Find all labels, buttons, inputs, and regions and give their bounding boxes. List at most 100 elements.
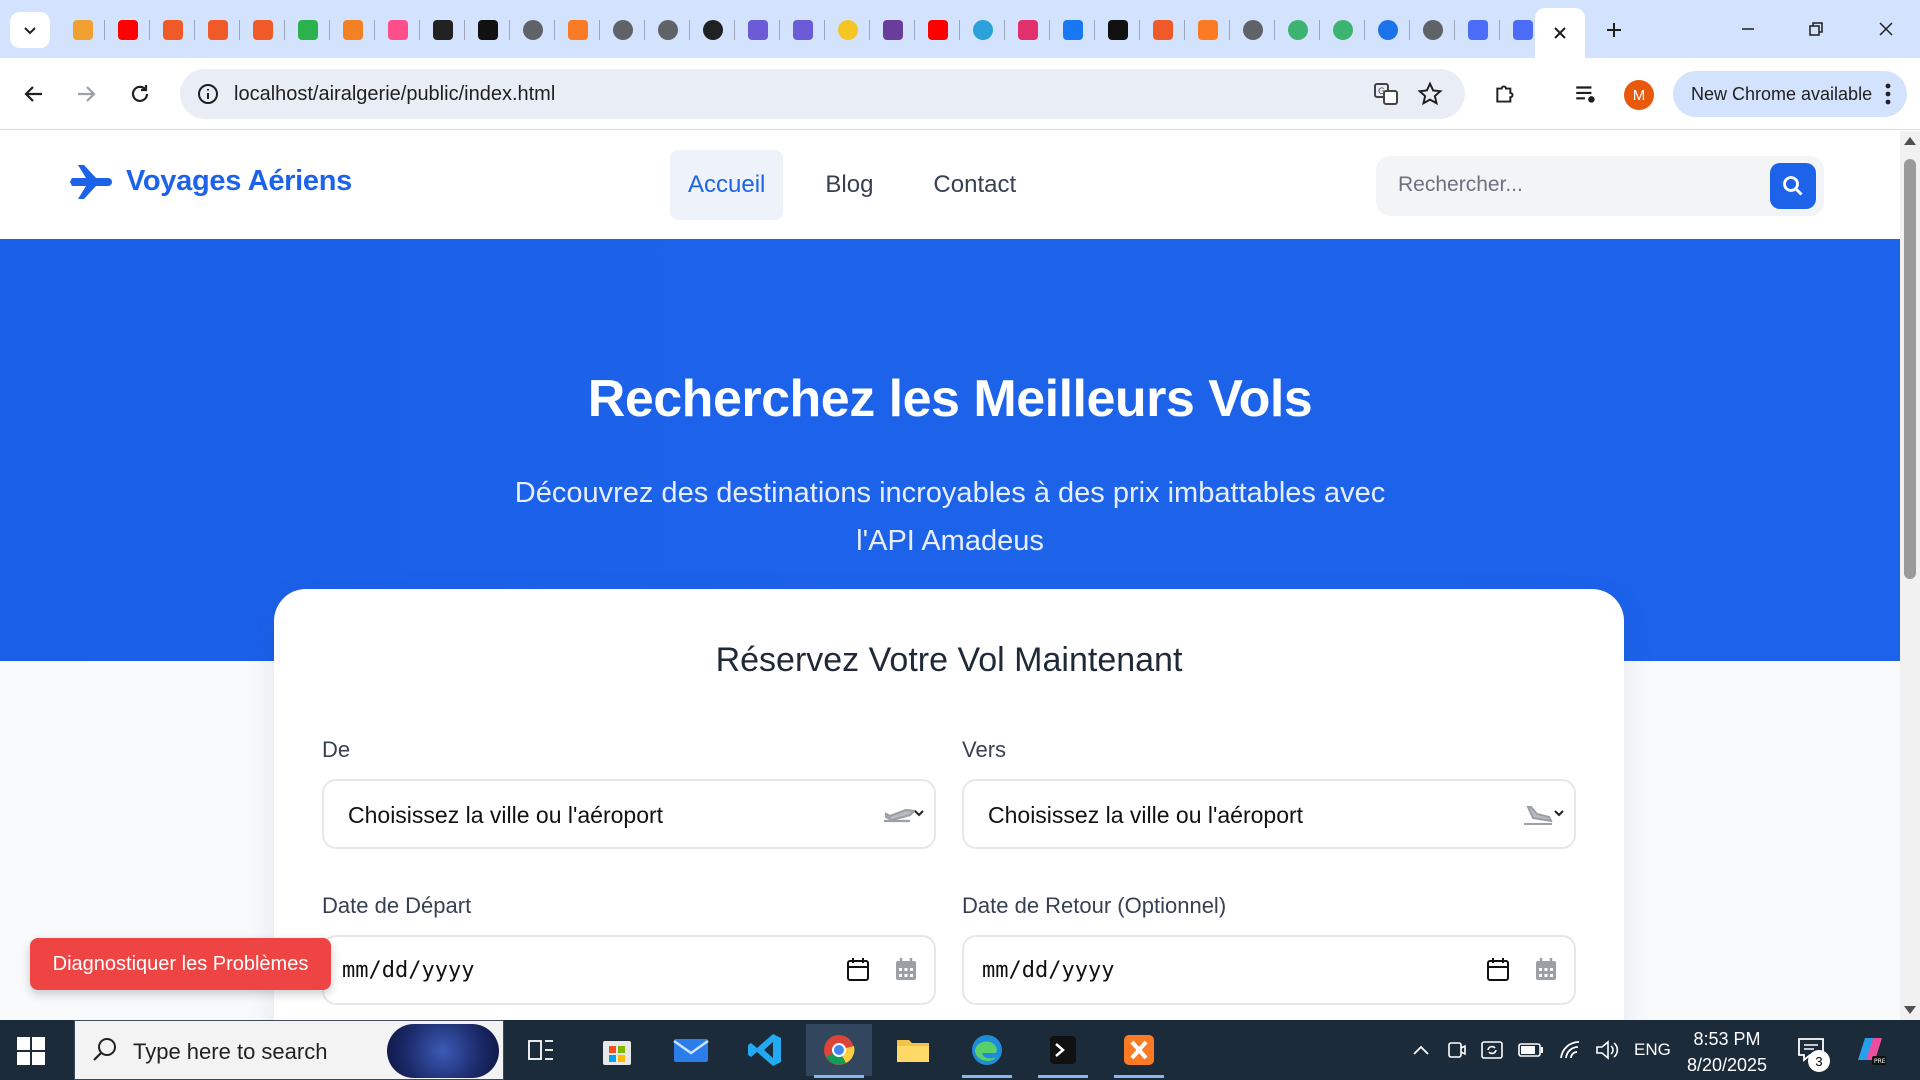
browser-tab[interactable]: [915, 12, 960, 48]
browser-tab[interactable]: [960, 12, 1005, 48]
search-highlight-image[interactable]: [387, 1024, 499, 1078]
reload-button[interactable]: [122, 76, 158, 112]
nav-link-accueil[interactable]: Accueil: [670, 150, 784, 220]
to-select[interactable]: Choisissez la ville ou l'aéroport: [962, 779, 1576, 849]
browser-tab[interactable]: [555, 12, 600, 48]
active-tab[interactable]: [1535, 8, 1585, 58]
browser-tab[interactable]: [690, 12, 735, 48]
browser-tab[interactable]: [285, 12, 330, 48]
browser-tab[interactable]: [1185, 12, 1230, 48]
puzzle-icon: [1496, 85, 1514, 103]
extensions-button[interactable]: [1488, 76, 1524, 112]
chrome-update-label: New Chrome available: [1691, 83, 1873, 104]
address-bar[interactable]: localhost/airalgerie/public/index.html G: [180, 69, 1465, 119]
browser-tab[interactable]: [825, 12, 870, 48]
date-picker-icon[interactable]: [846, 957, 870, 983]
windows-start-icon[interactable]: [14, 1034, 48, 1068]
taskbar-terminal-app[interactable]: [1030, 1024, 1096, 1078]
restore-button[interactable]: [1792, 10, 1840, 48]
battery-icon[interactable]: [1518, 1043, 1544, 1057]
browser-tab[interactable]: [1275, 12, 1320, 48]
browser-tab[interactable]: [510, 12, 555, 48]
diagnose-button[interactable]: Diagnostiquer les Problèmes: [30, 938, 331, 990]
browser-tab[interactable]: [1050, 12, 1095, 48]
meet-now-icon[interactable]: [1446, 1039, 1466, 1061]
task-view-button[interactable]: [508, 1024, 574, 1076]
taskbar-xampp[interactable]: [1106, 1024, 1172, 1078]
browser-tab[interactable]: [1140, 12, 1185, 48]
browser-tab[interactable]: [1365, 12, 1410, 48]
browser-tab[interactable]: [1230, 12, 1275, 48]
browser-tab[interactable]: [240, 12, 285, 48]
arrow-left-icon: [24, 86, 42, 102]
meta-1-icon: [747, 20, 768, 40]
taskbar-file-explorer[interactable]: [880, 1024, 946, 1076]
plane-icon: [70, 165, 112, 199]
close-icon[interactable]: [1553, 26, 1567, 40]
new-tab-button[interactable]: [1598, 14, 1630, 46]
browser-tab[interactable]: [600, 12, 645, 48]
nav-link-contact[interactable]: Contact: [915, 150, 1034, 220]
volume-icon[interactable]: [1594, 1039, 1620, 1061]
taskbar-edge[interactable]: [954, 1024, 1020, 1078]
taskbar-clock[interactable]: 8:53 PM 8/20/2025: [1672, 1026, 1782, 1078]
browser-tab[interactable]: [1005, 12, 1050, 48]
media-control-button[interactable]: [1568, 76, 1604, 112]
browser-tab[interactable]: [1095, 12, 1140, 48]
tab-search-button[interactable]: [10, 12, 50, 48]
taskbar-chrome[interactable]: [806, 1024, 872, 1078]
info-icon[interactable]: [196, 82, 220, 106]
browser-tab[interactable]: [60, 12, 105, 48]
input-language[interactable]: ENG: [1634, 1040, 1671, 1060]
show-hidden-icons-icon[interactable]: [1412, 1044, 1430, 1056]
browser-tab[interactable]: [465, 12, 510, 48]
date-picker-icon[interactable]: [1486, 957, 1510, 983]
wifi-icon[interactable]: [1558, 1040, 1582, 1060]
browser-tab[interactable]: [420, 12, 465, 48]
browser-tab[interactable]: [150, 12, 195, 48]
copilot-icon[interactable]: PRE: [1852, 1032, 1888, 1068]
app-orange-2-icon: [207, 20, 228, 40]
browser-tab[interactable]: [1320, 12, 1365, 48]
forward-button[interactable]: [68, 76, 104, 112]
minimize-button[interactable]: [1724, 10, 1772, 48]
chrome-update-button[interactable]: New Chrome available: [1673, 71, 1907, 117]
browser-tab[interactable]: [780, 12, 825, 48]
taskbar-store[interactable]: [584, 1024, 650, 1076]
site-search-input[interactable]: Rechercher...: [1376, 156, 1824, 216]
taskbar-mail[interactable]: [658, 1024, 724, 1076]
back-button[interactable]: [16, 76, 52, 112]
taskbar-search-box[interactable]: Type here to search: [74, 1020, 504, 1080]
return-date-input[interactable]: mm/dd/yyyy: [962, 935, 1576, 1005]
browser-tab[interactable]: [375, 12, 420, 48]
facebook-icon: [1062, 20, 1083, 40]
tab-favicon-row: [60, 12, 1545, 48]
taskbar-vscode[interactable]: [732, 1024, 798, 1076]
browser-tab[interactable]: [735, 12, 780, 48]
browser-tab[interactable]: [870, 12, 915, 48]
search-button[interactable]: [1770, 163, 1816, 209]
browser-tab[interactable]: [195, 12, 240, 48]
browser-tab[interactable]: [1455, 12, 1500, 48]
nav-link-blog[interactable]: Blog: [807, 150, 891, 220]
scroll-up-arrow[interactable]: [1904, 137, 1916, 145]
sync-icon[interactable]: [1480, 1039, 1504, 1061]
profile-avatar[interactable]: M: [1624, 80, 1654, 110]
browser-tab[interactable]: [105, 12, 150, 48]
scroll-down-arrow[interactable]: [1904, 1006, 1916, 1014]
browser-tab[interactable]: [330, 12, 375, 48]
browser-tab[interactable]: [645, 12, 690, 48]
translate-icon[interactable]: G: [1373, 81, 1399, 107]
depart-date-input[interactable]: mm/dd/yyyy: [322, 935, 936, 1005]
xampp-icon: [1124, 1035, 1154, 1065]
browser-tab[interactable]: [1410, 12, 1455, 48]
url-text[interactable]: localhost/airalgerie/public/index.html: [234, 83, 555, 106]
from-select[interactable]: Choisissez la ville ou l'aéroport: [322, 779, 936, 849]
site-brand[interactable]: Voyages Aériens: [70, 163, 352, 199]
page-scrollbar[interactable]: [1900, 131, 1920, 1020]
scroll-thumb[interactable]: [1904, 159, 1916, 579]
bookmark-star-icon[interactable]: [1417, 81, 1443, 107]
calendar-icon: [1536, 958, 1556, 980]
booking-title: Réservez Votre Vol Maintenant: [715, 641, 1183, 679]
close-window-button[interactable]: [1862, 10, 1910, 48]
